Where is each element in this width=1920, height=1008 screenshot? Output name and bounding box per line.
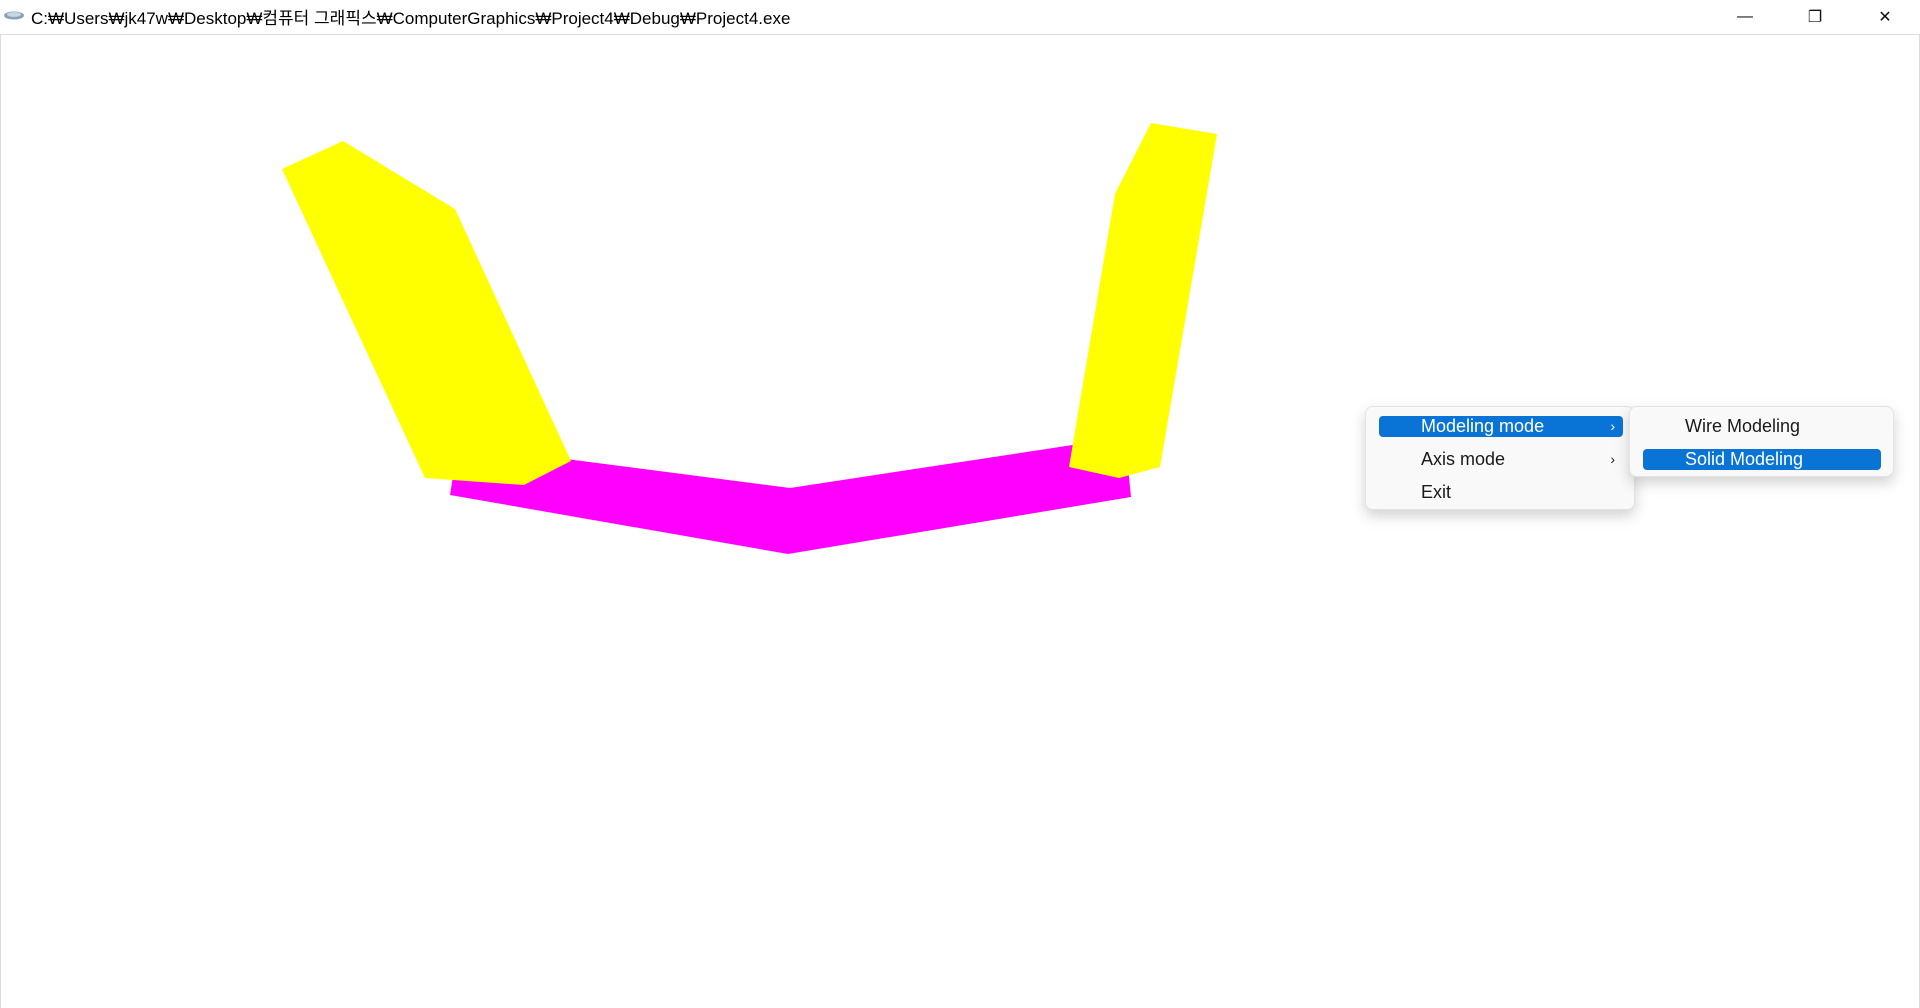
menu-item-label: Wire Modeling <box>1685 416 1801 436</box>
menu-item-label: Exit <box>1421 482 1452 502</box>
menu-item-label: Modeling mode <box>1421 416 1545 436</box>
menu-item-axis-mode[interactable]: Axis mode › <box>1379 449 1623 470</box>
right-arm <box>1069 123 1217 478</box>
menu-item-solid-modeling[interactable]: Solid Modeling <box>1643 449 1881 470</box>
menu-item-label: Solid Modeling <box>1685 449 1804 469</box>
menu-item-exit[interactable]: Exit <box>1379 482 1623 503</box>
menu-item-modeling-mode[interactable]: Modeling mode › <box>1379 416 1623 437</box>
chevron-right-icon: › <box>1610 451 1615 467</box>
app-window: C:₩Users₩jk47w₩Desktop₩컴퓨터 그래픽스₩Computer… <box>0 0 1920 1008</box>
menu-item-label: Axis mode <box>1421 449 1506 469</box>
chevron-right-icon: › <box>1610 418 1615 434</box>
left-arm <box>282 141 571 485</box>
menu-item-wire-modeling[interactable]: Wire Modeling <box>1643 416 1881 437</box>
context-menu: Modeling mode › Axis mode › Exit <box>1365 406 1635 510</box>
modeling-submenu: Wire Modeling Solid Modeling <box>1629 406 1894 477</box>
